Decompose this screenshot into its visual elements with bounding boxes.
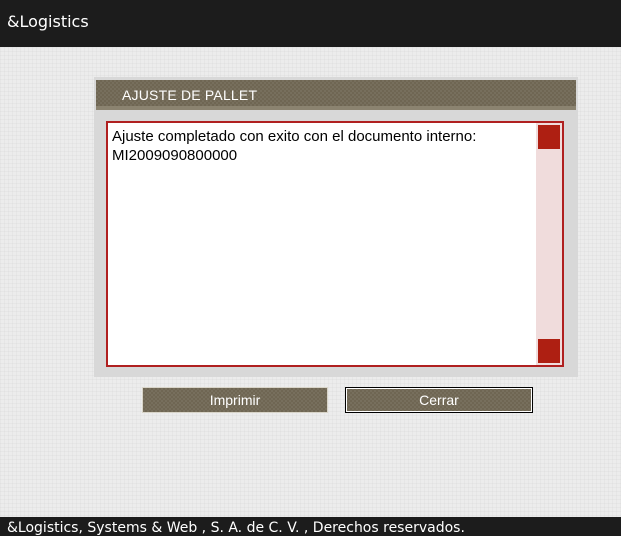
scroll-up-button[interactable] — [538, 125, 560, 149]
scroll-down-button[interactable] — [538, 339, 560, 363]
message-textarea[interactable]: Ajuste completado con exito con el docum… — [106, 121, 564, 367]
message-text: Ajuste completado con exito con el docum… — [112, 128, 477, 164]
close-button[interactable]: Cerrar — [345, 387, 533, 413]
adjust-pallet-dialog: AJUSTE DE PALLET Ajuste completado con e… — [94, 77, 578, 377]
footer: &Logistics, Systems & Web , S. A. de C. … — [0, 517, 621, 536]
dialog-title: AJUSTE DE PALLET — [122, 87, 258, 103]
footer-copyright: &Logistics, Systems & Web , S. A. de C. … — [7, 520, 465, 536]
app-titlebar: &Logistics — [0, 0, 621, 47]
message-scrollbar[interactable] — [536, 123, 562, 365]
app-title: &Logistics — [7, 12, 89, 31]
dialog-header: AJUSTE DE PALLET — [96, 80, 576, 110]
print-button[interactable]: Imprimir — [142, 387, 328, 413]
